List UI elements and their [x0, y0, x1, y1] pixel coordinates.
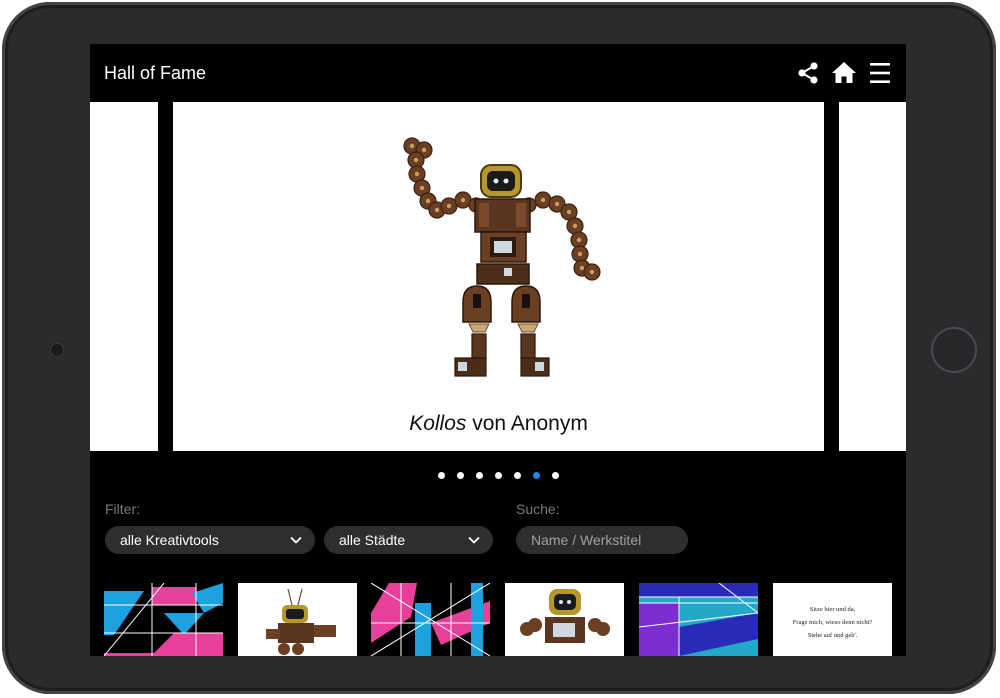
- menu-icon[interactable]: [867, 60, 893, 86]
- artwork-thumbnail[interactable]: [505, 583, 624, 656]
- thumbnail-strip: Sitze hier und da, Frage mich, wieso den…: [104, 583, 904, 656]
- pagination-dot[interactable]: [456, 472, 464, 480]
- thumbnail-image: [371, 583, 490, 656]
- chevron-down-icon: [468, 536, 480, 544]
- artwork-thumbnail[interactable]: [639, 583, 758, 656]
- front-camera: [50, 343, 64, 357]
- previous-slide[interactable]: [90, 102, 158, 451]
- artwork-thumbnail[interactable]: [371, 583, 490, 656]
- poem-line: Frage mich, wieso denn nicht?: [792, 619, 873, 626]
- hardware-home-button[interactable]: [931, 327, 977, 373]
- pagination-dot[interactable]: [551, 472, 559, 480]
- share-icon[interactable]: [795, 60, 821, 86]
- creative-tool-select[interactable]: alle Kreativtools: [105, 526, 315, 554]
- city-select-value: alle Städte: [339, 532, 406, 548]
- thumbnail-image: [639, 583, 758, 656]
- pagination-dot[interactable]: [532, 472, 540, 480]
- search-input[interactable]: [516, 526, 688, 554]
- search-label: Suche:: [516, 501, 560, 517]
- pagination-dot[interactable]: [513, 472, 521, 480]
- chevron-down-icon: [290, 536, 302, 544]
- artwork-artist: von Anonym: [472, 412, 588, 435]
- thumbnail-image: [238, 583, 357, 656]
- top-bar: Hall of Fame: [90, 44, 906, 102]
- artwork-caption: Kollos von Anonym: [173, 412, 824, 436]
- artwork-thumbnail[interactable]: [238, 583, 357, 656]
- page-title: Hall of Fame: [104, 63, 207, 83]
- city-select[interactable]: alle Städte: [324, 526, 493, 554]
- pagination-dot[interactable]: [494, 472, 502, 480]
- next-slide[interactable]: [839, 102, 906, 451]
- artwork-thumbnail[interactable]: Sitze hier und da, Frage mich, wieso den…: [773, 583, 892, 656]
- artwork-title: Kollos: [409, 412, 467, 435]
- artwork-carousel[interactable]: Kollos von Anonym: [90, 102, 906, 451]
- home-icon[interactable]: [831, 60, 857, 86]
- app-screen: Hall of Fame Kollos von Anonym Filter: S…: [90, 44, 906, 656]
- artwork-thumbnail[interactable]: [104, 583, 223, 656]
- filter-label: Filter:: [105, 501, 140, 517]
- thumbnail-image: [505, 583, 624, 656]
- carousel-pagination: [90, 467, 906, 480]
- thumbnail-poem: Sitze hier und da, Frage mich, wieso den…: [773, 603, 892, 642]
- current-slide[interactable]: Kollos von Anonym: [173, 102, 824, 451]
- creative-tool-select-value: alle Kreativtools: [120, 532, 219, 548]
- poem-line: Stehe auf und geh'.: [807, 632, 858, 639]
- artwork-image: [403, 137, 601, 377]
- pagination-dot[interactable]: [475, 472, 483, 480]
- pagination-dot[interactable]: [437, 472, 445, 480]
- thumbnail-image: [104, 583, 223, 656]
- poem-line: Sitze hier und da,: [809, 606, 856, 613]
